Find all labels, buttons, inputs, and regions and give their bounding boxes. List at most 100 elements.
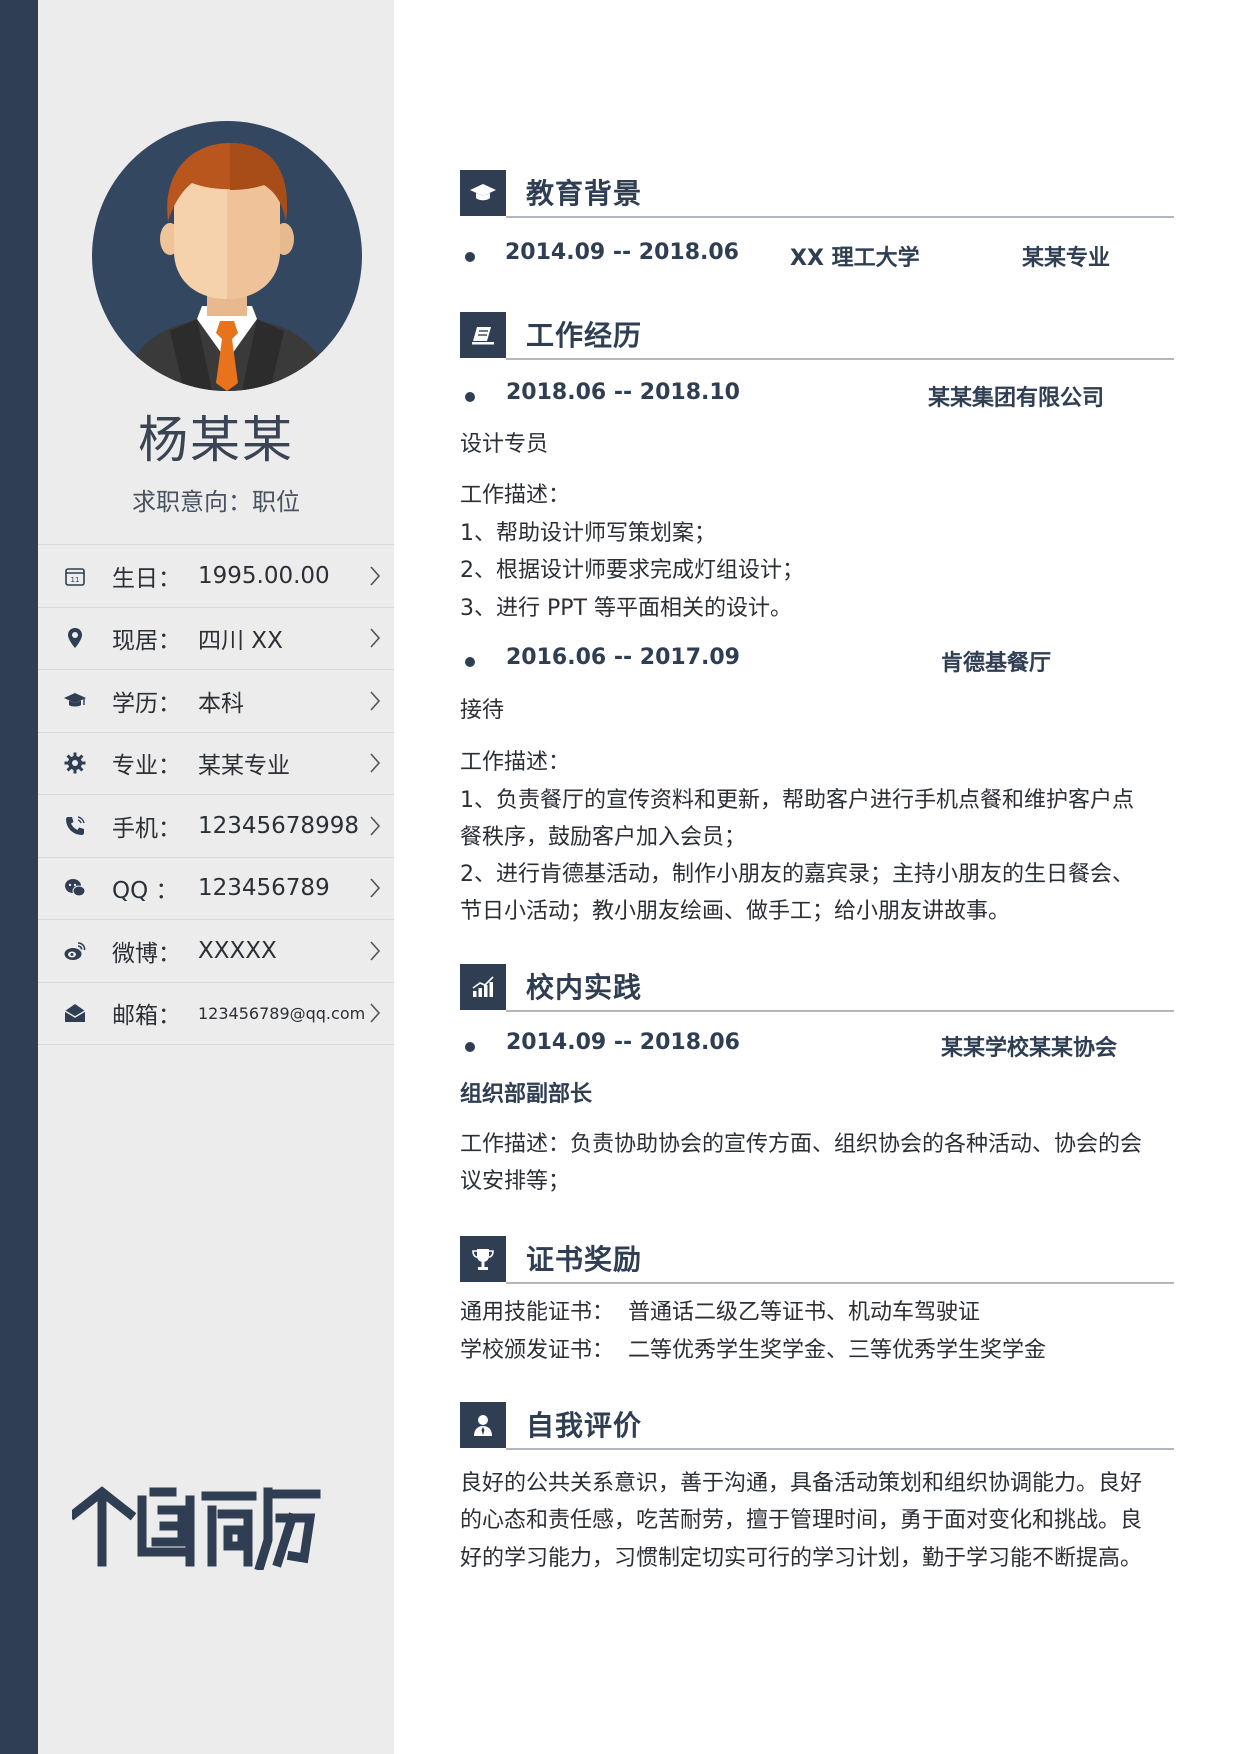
info-value: 1995.00.00 xyxy=(198,562,330,589)
graduation-cap-icon xyxy=(470,184,496,201)
info-row-major[interactable]: 专业： 某某专业 xyxy=(38,733,394,795)
section-title: 校内实践 xyxy=(526,971,643,1004)
campus-period: 2014.09 -- 2018.06 xyxy=(506,1030,740,1055)
section-icon-box xyxy=(460,170,506,216)
work-desc-label: 工作描述： xyxy=(460,750,571,775)
education-major: 某某专业 xyxy=(1022,246,1111,271)
info-row-qq[interactable]: QQ ： 123456789 xyxy=(38,858,394,920)
campus-role: 组织部副部长 xyxy=(460,1082,593,1107)
work-desc-label: 工作描述： xyxy=(460,483,571,508)
info-label: 学历： xyxy=(112,690,181,717)
weibo-icon xyxy=(58,934,92,968)
personal-info-list: 11 生日： 1995.00.00 现居： 四川 XX 学历： 本科 专业： 某… xyxy=(38,544,394,1045)
info-row-birthday[interactable]: 11 生日： 1995.00.00 xyxy=(38,545,394,608)
bullet-dot xyxy=(465,1042,475,1052)
chevron-right-icon xyxy=(370,691,381,711)
award-value: 普通话二级乙等证书、机动车驾驶证 xyxy=(628,1300,981,1325)
education-school: XX 理工大学 xyxy=(790,246,920,271)
avatar-illustration xyxy=(122,143,332,391)
notebook-icon xyxy=(472,327,494,345)
work-desc-line: 1、帮助设计师写策划案； xyxy=(460,521,716,546)
info-value: 123456789 xyxy=(198,875,330,902)
chevron-right-icon xyxy=(370,878,381,898)
work-role: 接待 xyxy=(460,698,505,723)
candidate-name: 杨某某 xyxy=(138,411,294,469)
info-row-weibo[interactable]: 微博： XXXXX xyxy=(38,920,394,983)
work-desc-line: 1、负责餐厅的宣传资料和更新，帮助客户进行手机点餐和维护客户点 xyxy=(460,788,1134,813)
section-icon-box xyxy=(460,1236,506,1282)
bullet-dot xyxy=(465,252,475,262)
info-row-email[interactable]: 邮箱： 123456789@qq.com xyxy=(38,983,394,1045)
info-label: 邮箱： xyxy=(112,1003,181,1030)
info-value: 123456789@qq.com xyxy=(198,1003,366,1023)
section-title: 工作经历 xyxy=(526,319,643,352)
info-label: QQ ： xyxy=(112,878,179,905)
work-entry: 2018.06 -- 2018.10 某某集团有限公司 xyxy=(460,380,1174,411)
section-title: 证书奖励 xyxy=(526,1243,643,1276)
chevron-right-icon xyxy=(370,628,381,648)
section-icon-box xyxy=(460,964,506,1010)
section-divider xyxy=(506,1010,1174,1012)
left-accent-strip xyxy=(0,0,38,1754)
info-label: 微博： xyxy=(112,940,181,967)
info-row-residence[interactable]: 现居： 四川 XX xyxy=(38,608,394,670)
section-header-self: 自我评价 xyxy=(460,1402,1174,1450)
work-desc-line: 餐秩序，鼓励客户加入会员； xyxy=(460,825,747,850)
chevron-right-icon xyxy=(370,566,381,586)
award-row: 通用技能证书： 普通话二级乙等证书、机动车驾驶证 xyxy=(460,1294,1180,1331)
award-row: 学校颁发证书： 二等优秀学生奖学金、三等优秀学生奖学金 xyxy=(460,1332,1180,1369)
info-row-education[interactable]: 学历： 本科 xyxy=(38,670,394,733)
education-entry: 2014.09 -- 2018.06 XX 理工大学 某某专业 xyxy=(460,240,1174,271)
section-title: 自我评价 xyxy=(526,1409,643,1442)
work-role: 设计专员 xyxy=(460,432,549,457)
self-eval-line: 好的学习能力，习惯制定切实可行的学习计划，勤于学习能不断提高。 xyxy=(460,1546,1143,1571)
info-row-phone[interactable]: 手机： 12345678998 xyxy=(38,795,394,858)
info-value: 12345678998 xyxy=(198,812,359,839)
award-label: 学校颁发证书： xyxy=(460,1338,615,1363)
location-pin-icon xyxy=(58,621,92,655)
avatar xyxy=(92,121,362,391)
campus-desc-line: 工作描述：负责协助协会的宣传方面、组织协会的各种活动、协会的会 xyxy=(460,1132,1143,1157)
section-icon-box xyxy=(460,312,506,358)
info-label: 手机： xyxy=(112,815,181,842)
info-value: 本科 xyxy=(198,690,244,717)
section-divider xyxy=(506,1448,1174,1450)
chevron-right-icon xyxy=(370,1003,381,1023)
resume-logo xyxy=(72,1486,321,1570)
calendar-icon: 11 xyxy=(58,559,92,593)
envelope-icon xyxy=(58,996,92,1030)
trophy-icon xyxy=(472,1249,494,1270)
section-divider xyxy=(506,358,1174,360)
section-header-work: 工作经历 xyxy=(460,312,1174,360)
self-eval-line: 的心态和责任感，吃苦耐劳，擅于管理时间，勇于面对变化和挑战。良 xyxy=(460,1508,1143,1533)
bar-chart-icon xyxy=(472,976,494,997)
work-company: 某某集团有限公司 xyxy=(928,386,1105,411)
work-desc-line: 节日小活动；教小朋友绘画、做手工；给小朋友讲故事。 xyxy=(460,899,1011,924)
work-period: 2016.06 -- 2017.09 xyxy=(506,645,740,670)
person-icon xyxy=(474,1415,492,1436)
campus-desc-line: 议安排等； xyxy=(460,1169,571,1194)
info-label: 专业： xyxy=(112,753,181,780)
gear-icon xyxy=(58,746,92,780)
section-divider xyxy=(506,1282,1174,1284)
info-label: 生日： xyxy=(112,565,181,592)
job-intent: 求职意向：职位 xyxy=(132,488,300,516)
campus-org: 某某学校某某协会 xyxy=(941,1036,1118,1061)
section-title: 教育背景 xyxy=(526,177,643,210)
info-value: 某某专业 xyxy=(198,753,290,780)
education-period: 2014.09 -- 2018.06 xyxy=(505,240,739,265)
section-icon-box xyxy=(460,1402,506,1448)
section-divider xyxy=(506,216,1174,218)
work-company: 肯德基餐厅 xyxy=(941,651,1052,676)
phone-icon xyxy=(58,809,92,843)
work-desc-line: 3、进行 PPT 等平面相关的设计。 xyxy=(460,596,792,621)
bullet-dot xyxy=(465,657,475,667)
section-header-awards: 证书奖励 xyxy=(460,1236,1174,1284)
info-value: XXXXX xyxy=(198,937,277,964)
bullet-dot xyxy=(465,392,475,402)
info-label: 现居： xyxy=(112,628,181,655)
section-header-campus: 校内实践 xyxy=(460,964,1174,1012)
graduation-cap-icon xyxy=(58,684,92,718)
section-header-education: 教育背景 xyxy=(460,170,1174,218)
work-period: 2018.06 -- 2018.10 xyxy=(506,380,740,405)
